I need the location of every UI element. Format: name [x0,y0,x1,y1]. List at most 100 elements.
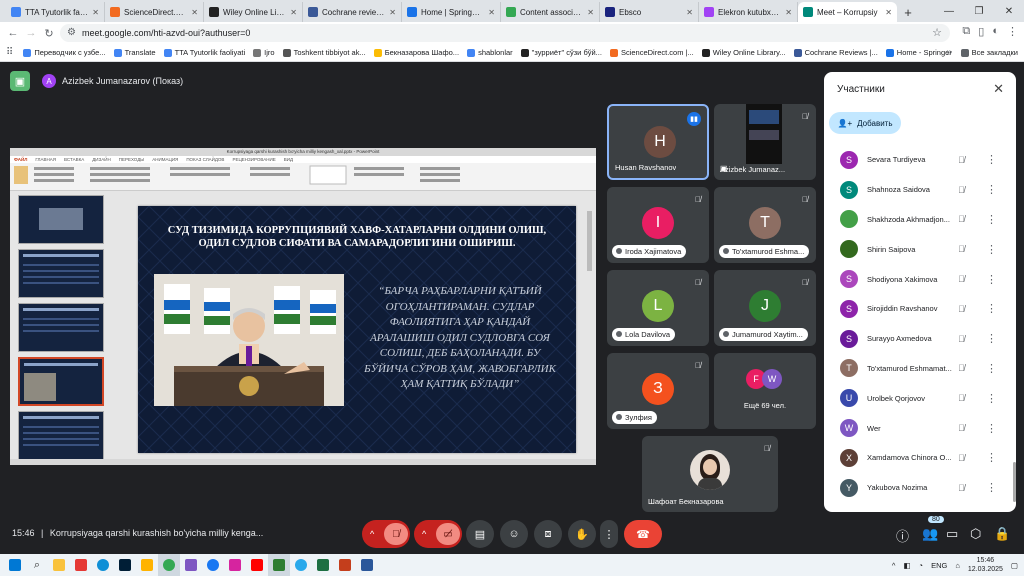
participant-row[interactable]: Shirin Saipova 🎙̸ ⋮ [824,234,1010,264]
chevron-up-icon[interactable]: ^ [370,529,374,539]
present-button[interactable]: ⧈ [534,520,562,548]
participant-tile[interactable]: J Jumamurod Xaytim... 🎙̸ [714,270,816,346]
participant-tile[interactable]: L Lola Davilova 🎙̸ [607,270,709,346]
bookmark-item[interactable]: Translate [110,48,160,57]
more-vert-icon[interactable]: ⋮ [986,332,997,345]
lang-indicator[interactable]: ENG [931,561,947,570]
activities-icon[interactable]: ⬡ [970,526,981,542]
bookmark-item[interactable]: Ijro [249,48,278,57]
chrome-icon[interactable] [158,554,180,576]
participant-row[interactable]: S Sirojiddin Ravshanov 🎙̸ ⋮ [824,294,1010,324]
close-tab-icon[interactable]: ✕ [92,8,99,17]
close-tab-icon[interactable]: ✕ [785,8,792,17]
close-tab-icon[interactable]: ✕ [885,8,892,17]
more-vert-icon[interactable]: ⋮ [986,422,997,435]
bookmark-item[interactable]: shablonlar [463,48,517,57]
panel-scrollbar[interactable] [1013,462,1016,502]
extensions-icon[interactable]: ⧉ [962,25,970,38]
back-icon[interactable]: ← [4,24,22,42]
close-icon[interactable]: ✕ [993,81,1004,97]
participant-tile[interactable]: Шафоат Бекназарова 🎙̸ [642,436,778,512]
sidebar-icon[interactable]: ▯ [978,25,984,38]
browser-tab[interactable]: TTA Tyutorlik faoliyati ✕ [6,2,105,22]
clock[interactable]: 15:46 12.03.2025 [968,556,1003,574]
bookmark-item[interactable]: Переводчик с узбе... [19,48,109,57]
participant-tile[interactable]: T To'xtamurod Eshma... 🎙̸ [714,187,816,263]
search-icon[interactable]: ⌕ [26,554,48,576]
bookmark-item[interactable]: Toshkent tibbiyot ak... [279,48,370,57]
restore-icon[interactable]: ❐ [964,0,994,22]
people-icon[interactable]: 👥 [922,526,938,542]
browser-tab[interactable]: Wiley Online Library | ✕ [204,2,303,22]
new-tab-button[interactable]: + [897,2,919,22]
bookmark-item[interactable]: Wiley Online Library... [698,48,790,57]
facebook-icon[interactable] [202,554,224,576]
close-tab-icon[interactable]: ✕ [191,8,198,17]
url-field[interactable]: ⚙ meet.google.com/hti-azvd-oui?authuser=… [60,24,950,42]
participant-row[interactable]: T To'xtamurod Eshmamat... 🎙̸ ⋮ [824,354,1010,384]
wifi-icon[interactable]: ◔ [919,561,924,570]
powerpoint-icon[interactable] [334,554,356,576]
bookmark-item[interactable]: ScienceDirect.com |... [606,48,698,57]
apps-icon[interactable]: ⠿ [6,47,13,58]
participant-row[interactable]: Shakhzoda Akhmadjon... 🎙̸ ⋮ [824,205,1010,235]
chevron-up-icon[interactable]: ^ [892,561,896,570]
participant-row[interactable]: X Xamdamova Chinora O... 🎙̸ ⋮ [824,443,1010,473]
close-window-icon[interactable]: ✕ [994,0,1024,22]
participant-tile[interactable]: H Husan Ravshanov ▮▮ [607,104,709,180]
chevron-up-icon[interactable]: ^ [422,529,426,539]
site-info-icon[interactable]: ⚙ [67,27,76,38]
browser-tab[interactable]: Home | SpringerLink ✕ [402,2,501,22]
more-vert-icon[interactable]: ⋮ [986,302,997,315]
more-vert-icon[interactable]: ⋮ [986,392,997,405]
edge-icon[interactable] [92,554,114,576]
app-icon[interactable] [268,554,290,576]
bookmark-item[interactable]: Cochrane Reviews |... [790,48,882,57]
reload-icon[interactable]: ↻ [40,24,58,42]
presentation-icon[interactable]: ▣ [10,71,30,91]
app-icon[interactable] [180,554,202,576]
browser-tab[interactable]: Elekron kutubxona ✕ [699,2,798,22]
bookmark-star-icon[interactable]: ☆ [932,26,942,39]
close-tab-icon[interactable]: ✕ [587,8,594,17]
more-options-button[interactable]: ⋮ [600,520,618,548]
bookmark-item[interactable]: TTA Tyutorlik faoliyati [160,48,250,57]
browser-tab[interactable]: Content associated w ✕ [501,2,600,22]
notifications-icon[interactable]: ▢ [1011,561,1018,570]
instagram-icon[interactable] [224,554,246,576]
leave-call-button[interactable]: ☎ [624,520,662,548]
participant-row[interactable]: W Wer 🎙̸ ⋮ [824,413,1010,443]
browser-tab[interactable]: Ebsco ✕ [600,2,699,22]
mic-toggle-button[interactable]: ^ 🎙̸ [362,520,410,548]
host-controls-icon[interactable]: 🔒 [994,526,1010,542]
reactions-button[interactable]: ☺ [500,520,528,548]
bookmark-item[interactable]: Бекназарова Шафо... [370,48,463,57]
bookmark-item[interactable]: "зурриёт" сўзи бўй... [517,48,606,57]
browser-tab[interactable]: Meet – Korrupsiy ✕ [798,2,897,22]
word-icon[interactable] [356,554,378,576]
captions-button[interactable]: ▤ [466,520,494,548]
bookmarks-overflow-icon[interactable]: » [946,47,952,58]
close-tab-icon[interactable]: ✕ [389,8,396,17]
app-icon[interactable]: ◧ [903,561,910,570]
close-tab-icon[interactable]: ✕ [686,8,693,17]
more-vert-icon[interactable]: ⋮ [986,273,997,286]
menu-icon[interactable]: ⋮ [1007,25,1018,38]
participant-row[interactable]: U Urolbek Qorjovov 🎙̸ ⋮ [824,383,1010,413]
network-icon[interactable]: ⌂ [955,561,960,570]
participant-row[interactable]: S Shodiyona Xakimova 🎙̸ ⋮ [824,264,1010,294]
youtube-icon[interactable] [246,554,268,576]
forward-icon[interactable]: → [22,24,40,42]
chat-icon[interactable]: ▭ [946,526,958,542]
profile-icon[interactable]: ◐ [992,25,999,38]
browser-tab[interactable]: ScienceDirect.com | S✕ [105,2,204,22]
app-icon[interactable] [136,554,158,576]
participant-tile[interactable]: ▣ Azizbek Jumanaz... 🎙̸ [714,104,816,180]
more-vert-icon[interactable]: ⋮ [986,362,997,375]
participant-row[interactable]: Y Yakubova Nozima 🎙̸ ⋮ [824,473,1010,503]
app-icon[interactable] [70,554,92,576]
excel-icon[interactable] [312,554,334,576]
info-icon[interactable]: ⓘ [896,526,909,545]
more-vert-icon[interactable]: ⋮ [986,243,997,256]
raise-hand-button[interactable]: ✋ [568,520,596,548]
